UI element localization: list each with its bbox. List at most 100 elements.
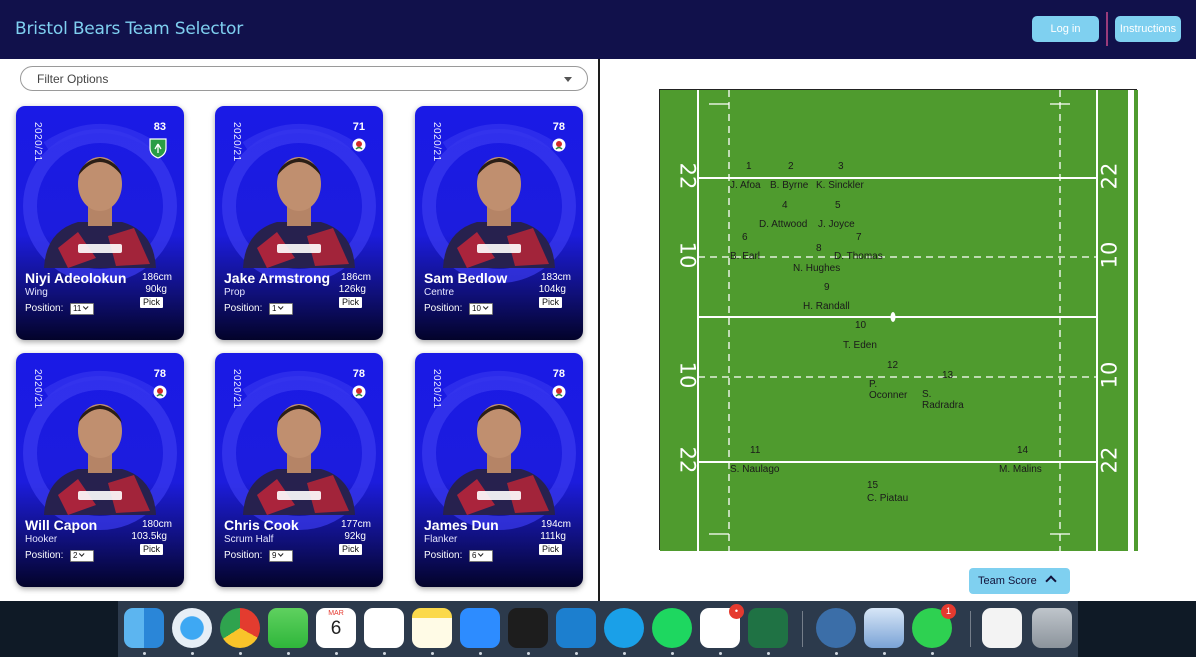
spotify-icon[interactable]	[652, 608, 692, 648]
player-card[interactable]: 2020/21 78 Will Capon Hooker 180cm 103.5kg Pic…	[16, 353, 184, 587]
position-select[interactable]: 9	[269, 550, 293, 562]
position-number: 14	[1017, 445, 1029, 456]
pick-button[interactable]: Pick	[538, 544, 562, 555]
player-role: Prop	[224, 287, 246, 298]
filter-options-dropdown[interactable]: Filter Options	[20, 66, 588, 91]
player-name: Will Capon	[25, 517, 98, 533]
player-height: 183cm	[540, 272, 571, 283]
position-label: Position:	[224, 550, 263, 561]
running-indicator	[479, 652, 482, 655]
whatsapp-icon[interactable]: 1	[912, 604, 956, 648]
player-rating: 78	[352, 368, 365, 380]
team-score-button[interactable]: Team Score	[969, 568, 1070, 594]
skype-icon[interactable]	[604, 608, 644, 648]
calendar-icon[interactable]: MAR 6	[316, 608, 356, 648]
reminders-icon[interactable]	[364, 608, 404, 648]
running-indicator	[671, 652, 674, 655]
player-height: 186cm	[340, 272, 371, 283]
position-number: 10	[855, 320, 867, 331]
team-pitch-pane: 22 10 10 22 22 10 10 22 1 J. Afoa 2 B. Byrne 3 K. Sin…	[600, 59, 1196, 601]
excel-icon[interactable]	[748, 608, 788, 648]
login-button[interactable]: Log in	[1032, 16, 1099, 42]
pick-button[interactable]: Pick	[338, 544, 362, 555]
player-list-pane[interactable]: Filter Options 2020/21 83 Niyi Adeolokun Wi…	[0, 59, 598, 601]
line-number: 10	[675, 241, 700, 269]
pitch-player-name: C. Piatau	[867, 493, 909, 504]
pitch-player-name: S. Radradra	[922, 389, 964, 411]
document-icon[interactable]	[982, 608, 1022, 648]
pitch-player-name: S. Naulago	[730, 464, 780, 475]
player-card[interactable]: 2020/21 83 Niyi Adeolokun Wing 186cm 90kg Pick…	[16, 106, 184, 340]
player-weight: 104kg	[538, 284, 566, 295]
notes-icon[interactable]	[412, 608, 452, 648]
pitch-grass	[660, 90, 1138, 551]
player-card[interactable]: 2020/21 78 Sam Bedlow Centre 183cm 104kg Pick P…	[415, 106, 583, 340]
player-name: Jake Armstrong	[224, 270, 331, 286]
instructions-button[interactable]: Instructions	[1115, 16, 1181, 42]
running-indicator	[191, 652, 194, 655]
running-indicator	[931, 652, 934, 655]
pitch-player-name: B. Byrne	[770, 180, 809, 191]
app-title: Bristol Bears Team Selector	[15, 19, 243, 39]
trash-icon[interactable]	[1032, 608, 1072, 648]
running-indicator	[383, 652, 386, 655]
app-header: Bristol Bears Team Selector Log in Instr…	[0, 0, 1196, 59]
player-name: James Dun	[424, 517, 499, 533]
safari-icon[interactable]	[172, 608, 212, 648]
position-number: 7	[856, 232, 862, 243]
line-number: 10	[1097, 241, 1122, 269]
position-select[interactable]: 6	[469, 550, 493, 562]
finder-icon[interactable]	[124, 608, 164, 648]
zoom-icon[interactable]	[460, 608, 500, 648]
centre-spot	[890, 312, 896, 322]
position-value: 10	[472, 304, 481, 313]
player-card[interactable]: 2020/21 71 Jake Armstrong Prop 186cm 126kg Pic…	[215, 106, 383, 340]
chrome-icon[interactable]	[220, 608, 260, 648]
messages-icon[interactable]	[268, 608, 308, 648]
vscode-icon[interactable]	[556, 608, 596, 648]
pick-button[interactable]: Pick	[139, 544, 163, 555]
player-weight: 126kg	[338, 284, 366, 295]
position-select[interactable]: 10	[469, 303, 493, 315]
player-role: Centre	[424, 287, 455, 298]
chevron-down-icon	[278, 551, 284, 557]
player-photo	[243, 157, 355, 268]
running-indicator	[287, 652, 290, 655]
player-weight: 103.5kg	[131, 531, 167, 542]
caret-down-icon	[564, 77, 572, 82]
position-select[interactable]: 2	[70, 550, 94, 562]
slack-icon[interactable]: •	[700, 604, 744, 648]
position-select[interactable]: 11	[70, 303, 94, 315]
player-height: 186cm	[141, 272, 172, 283]
player-card[interactable]: 2020/21 78 Chris Cook Scrum Half 177cm 92kg Pi…	[215, 353, 383, 587]
filter-options-label: Filter Options	[37, 72, 109, 86]
player-height: 177cm	[340, 519, 371, 530]
pick-button[interactable]: Pick	[139, 297, 163, 308]
pick-button[interactable]: Pick	[538, 297, 562, 308]
pitch-player-name: D. Thomas	[834, 251, 883, 262]
player-rating: 78	[552, 121, 565, 133]
player-card[interactable]: 2020/21 78 James Dun Flanker 194cm 111kg Pick P…	[415, 353, 583, 587]
player-name: Sam Bedlow	[424, 270, 508, 286]
chevron-up-icon	[1045, 575, 1057, 587]
chevron-down-icon	[482, 304, 489, 310]
position-number: 12	[887, 360, 899, 371]
player-rating: 78	[552, 368, 565, 380]
position-number: 4	[782, 200, 788, 211]
terminal-icon[interactable]	[508, 608, 548, 648]
pitch-player-name: N. Hughes	[793, 263, 841, 274]
pitch-player-name: D. Attwood	[759, 219, 808, 230]
pitch-player-name: B. Earl	[730, 251, 761, 262]
macos-dock: MAR 6 • 1	[118, 601, 1078, 657]
line-number: 22	[1097, 446, 1122, 474]
pick-button[interactable]: Pick	[338, 297, 362, 308]
player-photo	[243, 404, 355, 515]
header-separator	[1106, 12, 1108, 46]
position-number: 5	[835, 200, 841, 211]
running-indicator	[623, 652, 626, 655]
mysql-workbench-icon[interactable]	[816, 608, 856, 648]
position-number: 15	[867, 480, 879, 491]
line-number: 22	[1097, 162, 1122, 190]
position-select[interactable]: 1	[269, 303, 293, 315]
preview-icon[interactable]	[864, 608, 904, 648]
